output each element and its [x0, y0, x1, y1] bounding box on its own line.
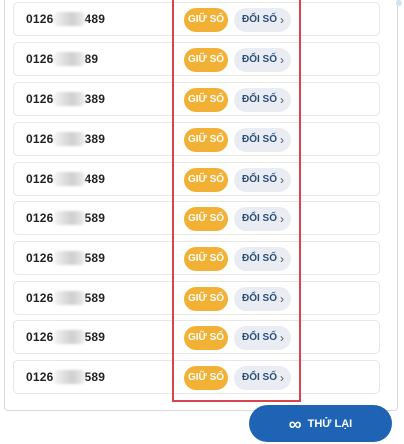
phone-suffix: 589: [84, 291, 106, 305]
retry-label: THỬ LẠI: [307, 417, 353, 430]
phone-prefix: 0126: [26, 172, 54, 186]
change-number-label: ĐỔI SỐ: [242, 332, 278, 343]
phone-prefix: 0126: [26, 132, 54, 146]
chevron-right-icon: ›: [280, 133, 284, 147]
blurred-digits: [53, 291, 85, 305]
phone-prefix: 0126: [26, 52, 54, 66]
chevron-right-icon: ›: [280, 53, 284, 67]
change-number-label: ĐỔI SỐ: [242, 14, 278, 25]
blurred-digits: [53, 330, 85, 344]
keep-number-button[interactable]: GIỮ SỐ: [184, 287, 228, 311]
phone-suffix: 389: [84, 132, 106, 146]
phone-suffix: 589: [84, 370, 106, 384]
chevron-right-icon: ›: [280, 331, 284, 345]
corner-indicator: [396, 0, 402, 6]
chevron-right-icon: ›: [280, 13, 284, 27]
phone-number: 0126 389: [26, 92, 105, 106]
change-number-label: ĐỔI SỐ: [242, 54, 278, 65]
chevron-right-icon: ›: [280, 371, 284, 385]
list-item: 0126 589 GIỮ SỐ ĐỔI SỐ ›: [13, 201, 380, 235]
phone-prefix: 0126: [26, 370, 54, 384]
keep-number-button[interactable]: GIỮ SỐ: [184, 48, 228, 72]
list-item: 0126 589 GIỮ SỐ ĐỔI SỐ ›: [13, 360, 380, 394]
change-number-button[interactable]: ĐỔI SỐ ›: [234, 48, 291, 72]
keep-number-button[interactable]: GIỮ SỐ: [184, 207, 228, 231]
keep-number-button[interactable]: GIỮ SỐ: [184, 326, 228, 350]
change-number-label: ĐỔI SỐ: [242, 134, 278, 145]
blurred-digits: [53, 12, 85, 26]
phone-number: 0126 589: [26, 370, 105, 384]
keep-number-button[interactable]: GIỮ SỐ: [184, 247, 228, 271]
change-number-button[interactable]: ĐỔI SỐ ›: [234, 326, 291, 350]
list-item: 0126 589 GIỮ SỐ ĐỔI SỐ ›: [13, 241, 380, 275]
phone-prefix: 0126: [26, 251, 54, 265]
phone-number: 0126 89: [26, 52, 98, 66]
chevron-right-icon: ›: [280, 212, 284, 226]
phone-number: 0126 389: [26, 132, 105, 146]
list-item: 0126 589 GIỮ SỐ ĐỔI SỐ ›: [13, 320, 380, 354]
change-number-button[interactable]: ĐỔI SỐ ›: [234, 207, 291, 231]
change-number-button[interactable]: ĐỔI SỐ ›: [234, 128, 291, 152]
keep-number-button[interactable]: GIỮ SỐ: [184, 128, 228, 152]
phone-suffix: 489: [84, 12, 106, 26]
phone-prefix: 0126: [26, 291, 54, 305]
change-number-label: ĐỔI SỐ: [242, 213, 278, 224]
change-number-label: ĐỔI SỐ: [242, 174, 278, 185]
blurred-digits: [53, 132, 85, 146]
phone-prefix: 0126: [26, 330, 54, 344]
change-number-button[interactable]: ĐỔI SỐ ›: [234, 8, 291, 32]
chevron-right-icon: ›: [280, 292, 284, 306]
chevron-right-icon: ›: [280, 252, 284, 266]
blurred-digits: [53, 172, 85, 186]
blurred-digits: [53, 251, 85, 265]
chevron-right-icon: ›: [280, 173, 284, 187]
blurred-digits: [53, 211, 85, 225]
keep-number-button[interactable]: GIỮ SỐ: [184, 366, 228, 390]
change-number-button[interactable]: ĐỔI SỐ ›: [234, 168, 291, 192]
blurred-digits: [53, 370, 85, 384]
change-number-label: ĐỔI SỐ: [242, 253, 278, 264]
phone-prefix: 0126: [26, 12, 54, 26]
phone-suffix: 589: [84, 211, 106, 225]
keep-number-button[interactable]: GIỮ SỐ: [184, 8, 228, 32]
list-item: 0126 389 GIỮ SỐ ĐỔI SỐ ›: [13, 122, 380, 156]
phone-number: 0126 589: [26, 211, 105, 225]
retry-button[interactable]: ∞ THỬ LẠI: [249, 405, 392, 442]
phone-prefix: 0126: [26, 211, 54, 225]
phone-number: 0126 589: [26, 251, 105, 265]
change-number-label: ĐỔI SỐ: [242, 372, 278, 383]
change-number-button[interactable]: ĐỔI SỐ ›: [234, 287, 291, 311]
change-number-button[interactable]: ĐỔI SỐ ›: [234, 88, 291, 112]
phone-number: 0126 589: [26, 330, 105, 344]
phone-suffix: 489: [84, 172, 106, 186]
phone-suffix: 89: [84, 52, 99, 66]
keep-number-button[interactable]: GIỮ SỐ: [184, 168, 228, 192]
phone-prefix: 0126: [26, 92, 54, 106]
blurred-digits: [53, 52, 85, 66]
chevron-right-icon: ›: [280, 93, 284, 107]
keep-number-button[interactable]: GIỮ SỐ: [184, 88, 228, 112]
list-item: 0126 489 GIỮ SỐ ĐỔI SỐ ›: [13, 2, 380, 36]
list-item: 0126 489 GIỮ SỐ ĐỔI SỐ ›: [13, 162, 380, 196]
list-item: 0126 389 GIỮ SỐ ĐỔI SỐ ›: [13, 82, 380, 116]
change-number-label: ĐỔI SỐ: [242, 94, 278, 105]
phone-suffix: 589: [84, 330, 106, 344]
change-number-button[interactable]: ĐỔI SỐ ›: [234, 247, 291, 271]
blurred-digits: [53, 92, 85, 106]
phone-number: 0126 489: [26, 12, 105, 26]
list-item: 0126 589 GIỮ SỐ ĐỔI SỐ ›: [13, 281, 380, 315]
phone-number: 0126 489: [26, 172, 105, 186]
phone-number: 0126 589: [26, 291, 105, 305]
list-item: 0126 89 GIỮ SỐ ĐỔI SỐ ›: [13, 42, 380, 76]
phone-suffix: 389: [84, 92, 106, 106]
change-number-label: ĐỔI SỐ: [242, 293, 278, 304]
change-number-button[interactable]: ĐỔI SỐ ›: [234, 366, 291, 390]
infinity-icon: ∞: [288, 413, 302, 434]
phone-suffix: 589: [84, 251, 106, 265]
